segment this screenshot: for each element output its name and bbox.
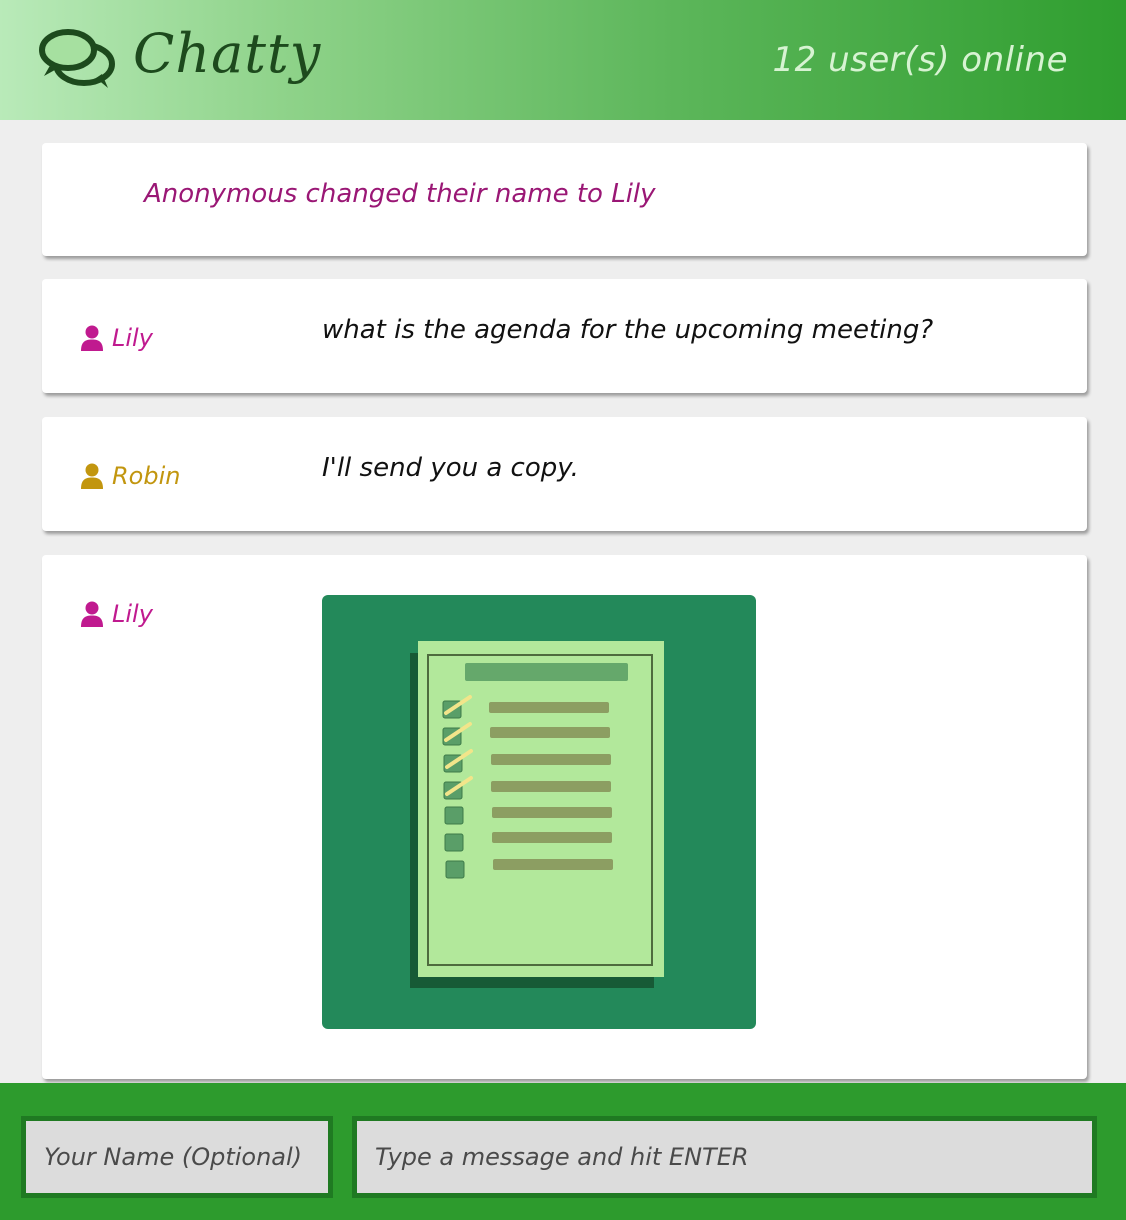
system-message-text: Anonymous changed their name to Lily: [144, 179, 656, 209]
system-message: Anonymous changed their name to Lily: [42, 143, 1087, 256]
chat-message: Lily: [42, 555, 1087, 1079]
online-count: 12 user(s) online: [772, 40, 1068, 80]
checklist-document-icon: [410, 641, 664, 988]
message-author: Robin: [80, 459, 180, 493]
app-title: Chatty: [133, 22, 322, 85]
author-name: Lily: [112, 324, 153, 352]
author-name: Robin: [112, 462, 181, 490]
message-author: Lily: [80, 597, 153, 631]
chat-message: Lily what is the agenda for the upcoming…: [42, 279, 1087, 393]
message-text: I'll send you a copy.: [322, 453, 579, 483]
chat-bubbles-icon: [39, 29, 115, 88]
person-icon: [81, 325, 103, 351]
person-icon: [81, 601, 103, 627]
person-icon: [81, 463, 103, 489]
message-input[interactable]: [352, 1116, 1097, 1198]
author-name: Lily: [112, 600, 153, 628]
message-text: what is the agenda for the upcoming meet…: [322, 315, 934, 345]
name-input[interactable]: [21, 1116, 333, 1198]
chat-message: Robin I'll send you a copy.: [42, 417, 1087, 531]
image-attachment[interactable]: [322, 595, 756, 1029]
message-author: Lily: [80, 321, 153, 355]
header: Chatty 12 user(s) online: [0, 0, 1126, 120]
